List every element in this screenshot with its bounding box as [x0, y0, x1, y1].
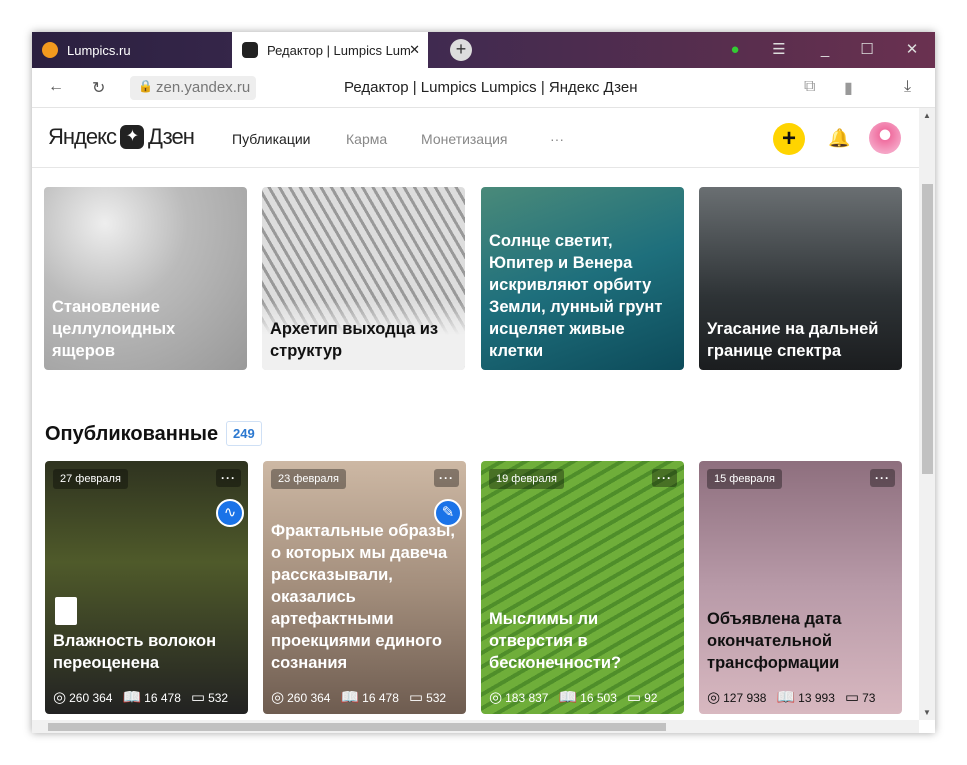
- zen-star-icon: ✦: [119, 125, 144, 149]
- section-title: Опубликованные: [45, 423, 219, 445]
- lock-icon: 🔒: [138, 79, 153, 93]
- comments-count: 532: [426, 691, 447, 705]
- card-date: 15 февраля: [707, 469, 782, 489]
- url-text: zen.yandex.ru: [156, 79, 251, 96]
- close-window-button[interactable]: ✕: [897, 32, 927, 68]
- more-icon[interactable]: ···: [870, 469, 895, 487]
- reads-icon: 📖: [340, 689, 360, 706]
- nav-publications[interactable]: Публикации: [232, 131, 310, 147]
- nav-karma[interactable]: Карма: [346, 131, 387, 147]
- reads-count: 16 478: [362, 691, 399, 705]
- new-tab-button[interactable]: +: [450, 39, 472, 61]
- wave-icon: ∿: [216, 499, 244, 527]
- comments-count: 92: [644, 691, 658, 705]
- views-icon: ◎: [271, 689, 285, 706]
- zen-header: Яндекс ✦ Дзен Публикации Карма Монетизация…: [32, 108, 919, 168]
- content: Становление целлулоидных ящеров Архетип …: [32, 169, 919, 720]
- card-date: 27 февраля: [53, 469, 128, 489]
- article-format-icon: [55, 597, 77, 625]
- url-field[interactable]: 🔒 zen.yandex.ru: [130, 76, 257, 100]
- page-title: Редактор | Lumpics Lumpics | Яндекс Дзен: [344, 79, 638, 96]
- reads-icon: 📖: [122, 689, 142, 706]
- nav-more[interactable]: ···: [550, 131, 564, 147]
- comments-icon: ▭: [626, 689, 642, 706]
- comments-icon: ▭: [844, 689, 860, 706]
- tabs-icon[interactable]: ⧉: [804, 78, 815, 96]
- nav-monetization[interactable]: Монетизация: [421, 131, 508, 147]
- zen-logo[interactable]: Яндекс ✦ Дзен: [48, 124, 195, 150]
- card-date: 19 февраля: [489, 469, 564, 489]
- more-icon[interactable]: ···: [216, 469, 241, 487]
- article-card[interactable]: Солнце светит, Юпитер и Венера искривляю…: [481, 187, 684, 370]
- reload-icon[interactable]: ↻: [92, 78, 105, 98]
- card-title: Влажность волокон переоценена: [53, 632, 217, 672]
- views-icon: ◎: [489, 689, 503, 706]
- address-bar: ← ↻ 🔒 zen.yandex.ru Редактор | Lumpics Lu…: [32, 68, 935, 108]
- vertical-scrollbar[interactable]: ▲ ▼: [919, 108, 935, 720]
- minimize-button[interactable]: _: [810, 32, 840, 68]
- publication-card[interactable]: 19 февраля ··· Мыслимы ли отверстия в бес…: [481, 461, 684, 714]
- zen-favicon-icon: [242, 42, 258, 58]
- tab-label: Lumpics.ru: [67, 42, 131, 58]
- tab-lumpics[interactable]: Lumpics.ru: [32, 32, 232, 68]
- scroll-thumb[interactable]: [48, 723, 666, 731]
- views-count: 183 837: [505, 691, 549, 705]
- card-title: Фрактальные образы, о которых мы давеча …: [271, 522, 455, 672]
- tab-editor[interactable]: Редактор | Lumpics Lum ✕: [232, 32, 428, 68]
- card-title: Солнце светит, Юпитер и Венера искривляю…: [489, 232, 663, 360]
- horizontal-scrollbar[interactable]: [32, 720, 919, 733]
- views-count: 127 938: [723, 691, 767, 705]
- card-title: Объявлена дата окончательной трансформац…: [707, 610, 842, 672]
- more-icon[interactable]: ···: [434, 469, 459, 487]
- article-card[interactable]: Угасание на дальней границе спектра: [699, 187, 902, 370]
- create-button[interactable]: +: [773, 123, 805, 155]
- bookmark-icon[interactable]: ▮: [844, 78, 853, 98]
- reads-icon: 📖: [776, 689, 796, 706]
- browser-window: Lumpics.ru Редактор | Lumpics Lum ✕ + ● ☰…: [32, 32, 935, 733]
- comments-count: 532: [208, 691, 229, 705]
- reads-count: 16 503: [580, 691, 617, 705]
- views-icon: ◎: [53, 689, 67, 706]
- avatar[interactable]: [869, 122, 901, 154]
- download-icon[interactable]: ⤓: [904, 78, 911, 96]
- tab-bar: Lumpics.ru Редактор | Lumpics Lum ✕ + ● ☰…: [32, 32, 935, 68]
- tab-label: Редактор | Lumpics Lum: [267, 42, 411, 58]
- maximize-button[interactable]: ☐: [852, 32, 882, 68]
- views-icon: ◎: [707, 689, 721, 706]
- close-tab-icon[interactable]: ✕: [409, 42, 420, 58]
- scroll-thumb[interactable]: [922, 184, 933, 474]
- reads-count: 13 993: [798, 691, 835, 705]
- publication-card[interactable]: 27 февраля ··· ∿ Влажность волокон переоц…: [45, 461, 248, 714]
- card-date: 23 февраля: [271, 469, 346, 489]
- bell-icon[interactable]: 🔔: [828, 128, 850, 149]
- count-badge: 249: [226, 421, 262, 446]
- reads-icon: 📖: [558, 689, 578, 706]
- card-title: Мыслимы ли отверстия в бесконечности?: [489, 610, 622, 672]
- logo-text: Дзен: [147, 124, 195, 149]
- article-card[interactable]: Архетип выходца из структур: [262, 187, 465, 370]
- card-title: Архетип выходца из структур: [270, 320, 439, 360]
- publication-card[interactable]: 15 февраля ··· Объявлена дата окончательн…: [699, 461, 902, 714]
- comments-count: 73: [862, 691, 876, 705]
- comments-icon: ▭: [408, 689, 424, 706]
- protect-icon[interactable]: ●: [720, 32, 750, 68]
- menu-icon[interactable]: ☰: [764, 32, 794, 68]
- publication-card[interactable]: 23 февраля ··· ✎ Фрактальные образы, о ко…: [263, 461, 466, 714]
- views-count: 260 364: [69, 691, 113, 705]
- card-title: Угасание на дальней границе спектра: [707, 320, 879, 360]
- views-count: 260 364: [287, 691, 331, 705]
- more-icon[interactable]: ···: [652, 469, 677, 487]
- orange-favicon-icon: [42, 42, 58, 58]
- card-title: Становление целлулоидных ящеров: [52, 298, 176, 360]
- logo-text: Яндекс: [48, 124, 117, 149]
- reads-count: 16 478: [144, 691, 181, 705]
- article-card[interactable]: Становление целлулоидных ящеров: [44, 187, 247, 370]
- comments-icon: ▭: [190, 689, 206, 706]
- back-icon[interactable]: ←: [48, 78, 64, 96]
